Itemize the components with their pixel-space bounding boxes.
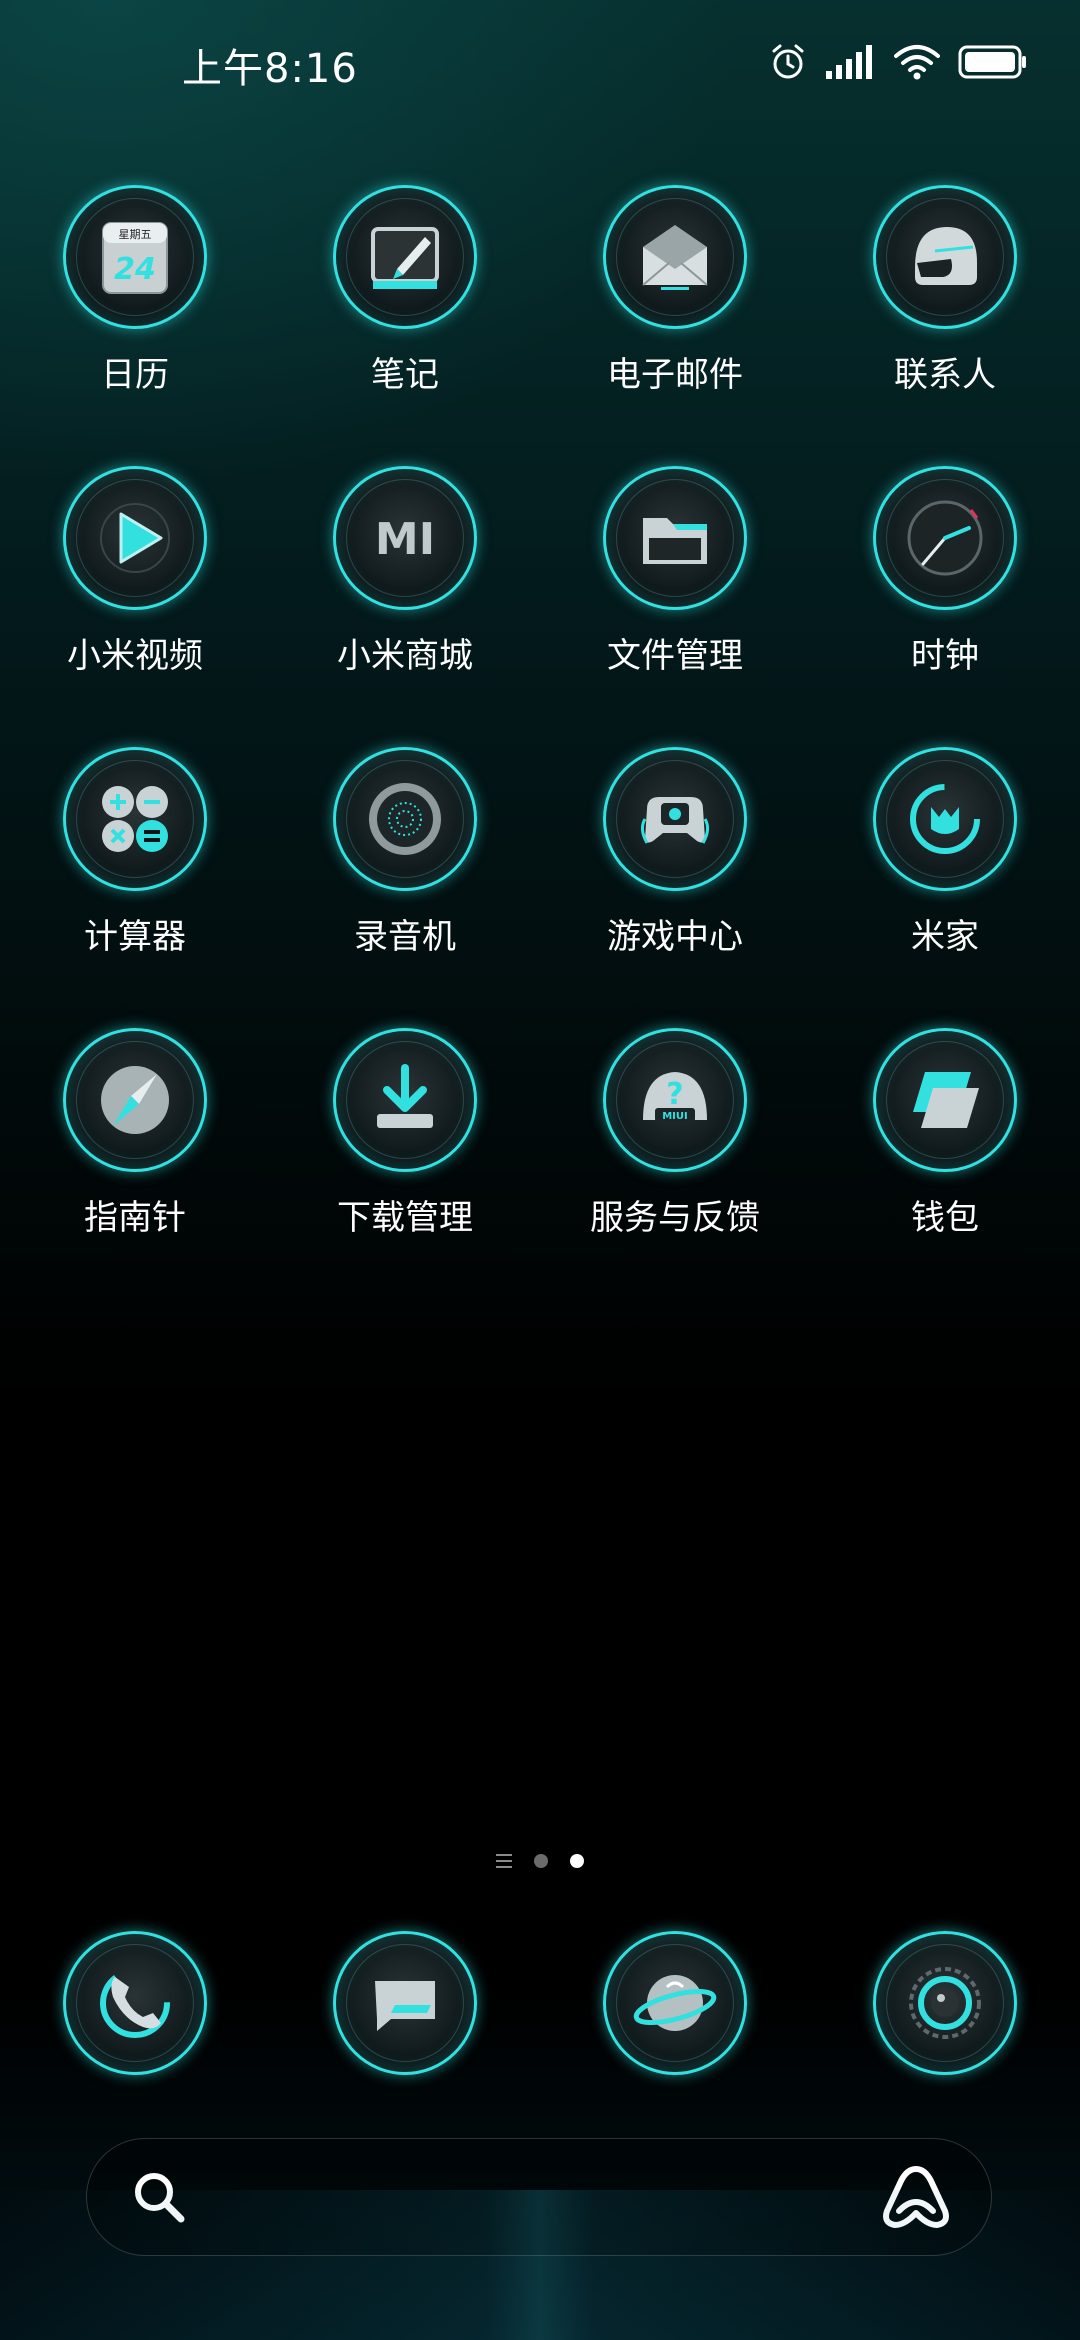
- app-calendar[interactable]: 星期五 24 日历: [0, 185, 270, 466]
- app-label: 服务与反馈: [590, 1198, 760, 1238]
- app-feedback[interactable]: ? MIUI 服务与反馈: [540, 1028, 810, 1309]
- app-mi-store[interactable]: MI 小米商城: [270, 466, 540, 747]
- app-label: 日历: [101, 355, 169, 395]
- app-label: 录音机: [354, 917, 456, 957]
- calculator-icon[interactable]: [63, 747, 207, 891]
- app-calculator[interactable]: 计算器: [0, 747, 270, 1028]
- svg-text:MIUI: MIUI: [662, 1111, 688, 1122]
- status-bar: 上午8:16: [0, 0, 1080, 120]
- status-time: 上午8:16: [182, 46, 358, 92]
- app-game-center[interactable]: 游戏中心: [540, 747, 810, 1028]
- battery-icon: [958, 45, 1028, 79]
- app-label: 小米商城: [337, 636, 473, 676]
- mijia-icon[interactable]: [873, 747, 1017, 891]
- compass-icon[interactable]: [63, 1028, 207, 1172]
- app-file-manager[interactable]: 文件管理: [540, 466, 810, 747]
- svg-text:星期五: 星期五: [119, 228, 152, 241]
- app-contacts[interactable]: 联系人: [810, 185, 1080, 466]
- wifi-icon: [894, 44, 940, 80]
- phone-icon[interactable]: [63, 1931, 207, 2075]
- app-email[interactable]: 电子邮件: [540, 185, 810, 466]
- app-video[interactable]: 小米视频: [0, 466, 270, 747]
- app-label: 游戏中心: [607, 917, 743, 957]
- feedback-icon[interactable]: ? MIUI: [603, 1028, 747, 1172]
- app-label: 米家: [911, 917, 979, 957]
- app-grid: 星期五 24 日历 笔记 电子邮件 联系人 小米视频 MI 小米商城 文件管理 …: [0, 185, 1080, 1309]
- browser-icon[interactable]: [603, 1931, 747, 2075]
- app-label: 小米视频: [67, 636, 203, 676]
- app-label: 时钟: [911, 636, 979, 676]
- app-clock[interactable]: 时钟: [810, 466, 1080, 747]
- page-menu-icon[interactable]: [496, 1854, 512, 1868]
- app-label: 下载管理: [337, 1198, 473, 1238]
- camera-icon[interactable]: [873, 1931, 1017, 2075]
- page-indicator[interactable]: [0, 1854, 1080, 1868]
- file-manager-icon[interactable]: [603, 466, 747, 610]
- contacts-icon[interactable]: [873, 185, 1017, 329]
- download-icon[interactable]: [333, 1028, 477, 1172]
- video-icon[interactable]: [63, 466, 207, 610]
- app-label: 电子邮件: [607, 355, 743, 395]
- mi-store-icon[interactable]: MI: [333, 466, 477, 610]
- wallet-icon[interactable]: [873, 1028, 1017, 1172]
- app-label: 笔记: [371, 355, 439, 395]
- app-label: 钱包: [911, 1198, 979, 1238]
- svg-text:MI: MI: [375, 514, 435, 565]
- messages-icon[interactable]: [333, 1931, 477, 2075]
- svg-text:?: ?: [666, 1077, 683, 1112]
- game-center-icon[interactable]: [603, 747, 747, 891]
- notes-icon[interactable]: [333, 185, 477, 329]
- status-icons: [768, 40, 1028, 84]
- svg-text:24: 24: [114, 252, 156, 287]
- alarm-icon: [768, 42, 808, 82]
- clock-icon[interactable]: [873, 466, 1017, 610]
- dock: [0, 1931, 1080, 2075]
- app-label: 联系人: [894, 355, 996, 395]
- app-mijia[interactable]: 米家: [810, 747, 1080, 1028]
- app-download[interactable]: 下载管理: [270, 1028, 540, 1309]
- bottom-glow: [0, 2190, 1080, 2340]
- app-label: 计算器: [84, 917, 186, 957]
- app-wallet[interactable]: 钱包: [810, 1028, 1080, 1309]
- app-label: 指南针: [84, 1198, 186, 1238]
- recorder-icon[interactable]: [333, 747, 477, 891]
- page-dot-active[interactable]: [570, 1854, 584, 1868]
- calendar-icon[interactable]: 星期五 24: [63, 185, 207, 329]
- app-recorder[interactable]: 录音机: [270, 747, 540, 1028]
- page-dot[interactable]: [534, 1854, 548, 1868]
- app-compass[interactable]: 指南针: [0, 1028, 270, 1309]
- app-label: 文件管理: [607, 636, 743, 676]
- signal-icon: [826, 45, 876, 79]
- app-notes[interactable]: 笔记: [270, 185, 540, 466]
- email-icon[interactable]: [603, 185, 747, 329]
